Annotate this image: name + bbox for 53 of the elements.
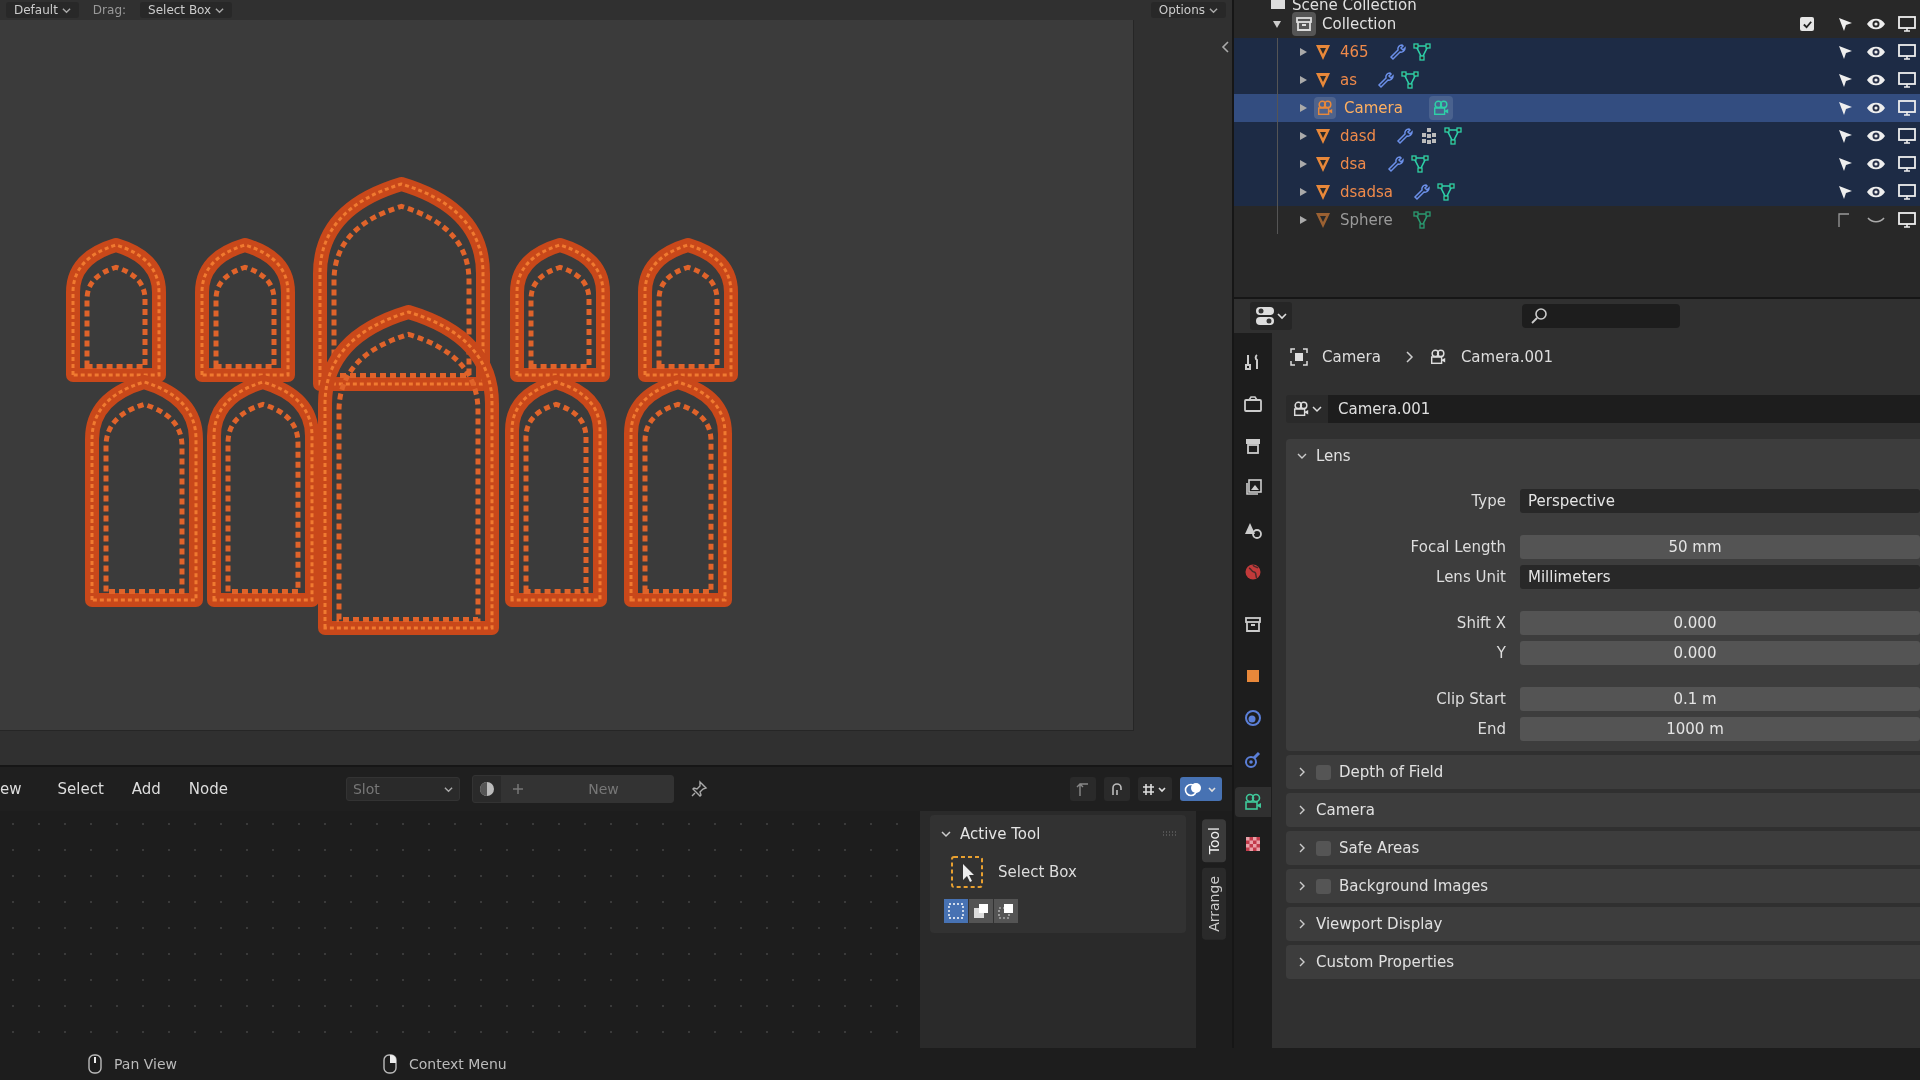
outliner-row[interactable]: dsa <box>1234 150 1920 178</box>
dropdown-field[interactable]: Millimeters <box>1520 565 1920 589</box>
options-dropdown[interactable]: Options <box>1150 2 1226 18</box>
drag-label: Drag: <box>92 3 127 17</box>
outliner-row[interactable]: 465 <box>1234 38 1920 66</box>
outliner-row[interactable]: as <box>1234 66 1920 94</box>
number-field[interactable]: 0.1 m <box>1520 687 1920 711</box>
panel-title[interactable]: Safe Areas <box>1339 839 1420 857</box>
datablock-name-field[interactable]: Camera.001 <box>1328 395 1920 423</box>
panel-title[interactable]: Background Images <box>1339 877 1489 895</box>
outliner-item[interactable]: as <box>1340 71 1357 89</box>
panel-title[interactable]: Custom Properties <box>1316 953 1455 971</box>
tool-name: Select Box <box>998 863 1077 881</box>
field-label: Clip Start <box>1435 690 1507 708</box>
outliner-item[interactable]: Camera <box>1344 99 1403 117</box>
number-field[interactable]: 0.000 <box>1520 641 1920 665</box>
panel-title[interactable]: Depth of Field <box>1339 763 1444 781</box>
menu-item[interactable]: Select <box>47 776 114 802</box>
mode-dropdown[interactable]: Default <box>6 2 79 18</box>
outliner-row[interactable]: dsadsa <box>1234 178 1920 206</box>
outliner-item[interactable]: 465 <box>1340 43 1369 61</box>
field-label: Y <box>1495 644 1507 662</box>
number-field[interactable]: 1000 m <box>1520 717 1920 741</box>
panel-title[interactable]: Lens <box>1316 447 1351 465</box>
breadcrumb-item: Camera.001 <box>1460 348 1554 366</box>
panel-title[interactable]: Active Tool <box>960 825 1041 843</box>
menu-item[interactable]: Add <box>121 776 171 802</box>
outliner-row[interactable]: Sphere <box>1234 206 1920 234</box>
outliner-row[interactable]: dasd <box>1234 122 1920 150</box>
field-label: Type <box>1470 492 1507 510</box>
sidebar-tab[interactable]: Tool <box>1202 819 1226 863</box>
outliner-item[interactable]: Sphere <box>1340 211 1393 229</box>
field-label: Shift X <box>1455 614 1507 632</box>
menu-item[interactable]: Node <box>178 776 238 802</box>
field-label: End <box>1476 720 1507 738</box>
status-hint: Pan View <box>114 1056 177 1072</box>
field-label: Lens Unit <box>1435 568 1507 586</box>
outliner-item[interactable]: dsadsa <box>1340 183 1394 201</box>
outliner-item[interactable]: dsa <box>1340 155 1367 173</box>
panel-title[interactable]: Viewport Display <box>1316 915 1443 933</box>
sidebar-tab[interactable]: Arrange <box>1202 868 1226 940</box>
drag-tool-dropdown[interactable]: Select Box <box>140 2 233 18</box>
status-hint: Context Menu <box>409 1056 507 1072</box>
outliner-item[interactable]: dasd <box>1340 127 1377 145</box>
menu-item[interactable]: ew <box>0 776 32 802</box>
dropdown-field[interactable]: Perspective <box>1520 489 1920 513</box>
field-label: Focal Length <box>1409 538 1507 556</box>
number-field[interactable]: 50 mm <box>1520 535 1920 559</box>
outliner-item[interactable]: Collection <box>1322 15 1397 33</box>
panel-title[interactable]: Camera <box>1316 801 1375 819</box>
number-field[interactable]: 0.000 <box>1520 611 1920 635</box>
breadcrumb-item: Camera <box>1322 348 1381 366</box>
outliner-row[interactable]: Camera <box>1234 94 1920 122</box>
